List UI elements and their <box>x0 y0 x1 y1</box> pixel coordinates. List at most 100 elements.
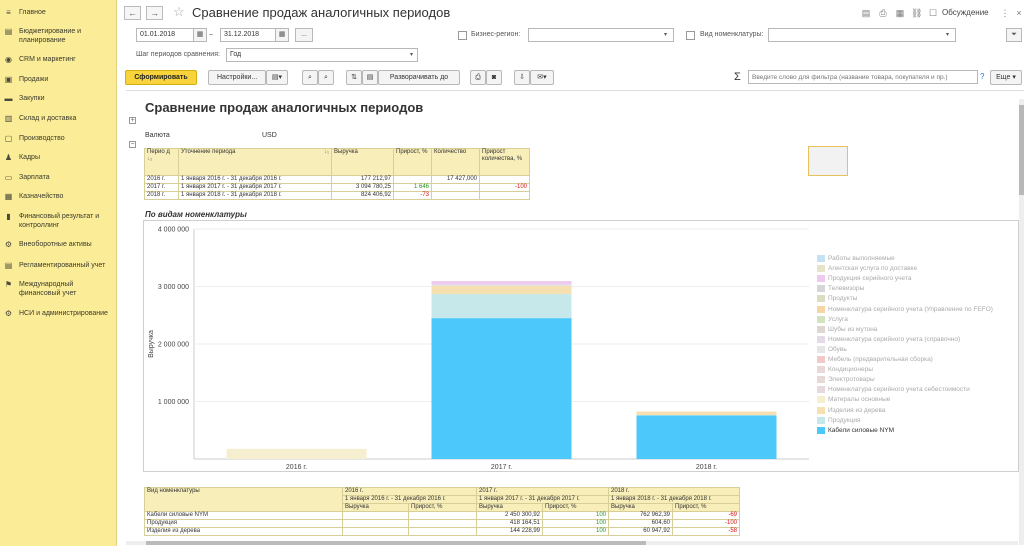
accounting-icon: ▤ <box>4 261 13 270</box>
y-axis-label: Выручка <box>148 330 155 358</box>
table-row: 2018 г. 1 января 2018 г. - 31 декабря 201… <box>144 191 530 200</box>
chevron-down-icon[interactable]: ▾ <box>410 48 413 62</box>
filter-icon[interactable]: ⏷ <box>1006 28 1022 42</box>
sort-icon[interactable]: ⇅ <box>346 70 362 85</box>
help-icon[interactable]: ? <box>980 70 984 84</box>
business-region-input[interactable] <box>528 28 674 42</box>
download-icon[interactable]: ⇩ <box>514 70 530 85</box>
back-button[interactable]: ← <box>124 6 141 20</box>
bar-segment <box>636 411 777 416</box>
column-header[interactable]: Вид номенклатуры <box>144 487 343 512</box>
calendar-icon[interactable]: ▦ <box>275 28 289 42</box>
settings-button[interactable]: Настройки... <box>208 70 266 85</box>
budget-icon: ▤ <box>4 27 13 36</box>
nomenclature-kind-checkbox[interactable] <box>686 31 695 40</box>
sigma-icon[interactable]: Σ <box>734 70 741 84</box>
sidebar-item-label: Международный финансовый учет <box>19 281 77 297</box>
chevron-down-icon[interactable]: ▾ <box>946 28 949 42</box>
date-from-input[interactable]: 01.01.2018 <box>136 28 194 42</box>
legend-label: Электротовары <box>828 376 875 384</box>
print-icon[interactable]: ⎙ <box>878 8 888 18</box>
mail-icon[interactable]: ✉▾ <box>530 70 554 85</box>
legend-item: Работы выполняемые <box>817 255 895 262</box>
link-icon[interactable]: ⛓ <box>911 8 922 18</box>
legend-label: Номенклатура серийного учета (справочно) <box>828 335 961 343</box>
sidebar-item[interactable]: ⚙ Внеоборотные активы <box>0 240 116 249</box>
sidebar-item[interactable]: ▬ Закупки <box>0 94 116 103</box>
year-header: 2018 г. <box>608 487 740 496</box>
horizontal-scrollbar[interactable] <box>126 541 1018 545</box>
legend-swatch <box>817 325 825 333</box>
currency-value: USD <box>262 132 277 139</box>
sidebar-item[interactable]: ▮ Финансовый результат и контроллинг <box>0 212 116 230</box>
document-icon[interactable]: ▦ <box>895 8 905 18</box>
column-header[interactable]: Количество <box>431 148 480 176</box>
legend-swatch <box>817 366 825 374</box>
legend-label: Изделия из дерева <box>828 406 886 414</box>
favorite-star-icon[interactable]: ☆ <box>173 4 185 20</box>
legend-label: Продукция серийного учета <box>828 275 912 283</box>
legend-swatch <box>817 356 825 363</box>
discuss-button[interactable]: Обсуждение <box>942 8 989 17</box>
discuss-icon[interactable]: ☐ <box>928 8 938 18</box>
sidebar-item[interactable]: ▣ Продажи <box>0 75 116 84</box>
more-button[interactable]: Еще ▾ <box>990 70 1022 85</box>
sidebar-item[interactable]: ▦ Казначейство <box>0 192 116 201</box>
forward-button[interactable]: → <box>146 6 163 20</box>
period-select-button[interactable]: ... <box>295 28 313 42</box>
chart-area: 1 000 000 2 000 000 3 000 000 4 000 000 Выру… <box>143 220 1019 472</box>
search-icon[interactable]: ⌕ <box>302 70 318 85</box>
sidebar-item-label: Кадры <box>19 154 40 161</box>
sidebar-item-label: Бюджетирование и планирование <box>19 28 82 44</box>
expand-group-icon[interactable]: + <box>129 117 136 124</box>
legend-swatch <box>817 426 825 434</box>
sidebar-item[interactable]: ▢ Производство <box>0 134 116 143</box>
collapse-group-icon[interactable]: − <box>129 141 136 148</box>
sidebar-item[interactable]: ⚑ Международный финансовый учет <box>0 280 116 298</box>
sidebar-item[interactable]: ≡ Главное <box>0 8 116 17</box>
vertical-scrollbar[interactable] <box>1019 99 1024 545</box>
report-search-input[interactable] <box>748 70 978 84</box>
legend-swatch <box>817 275 825 283</box>
business-region-checkbox[interactable] <box>458 31 467 40</box>
column-header[interactable]: Прирост количества, % <box>479 148 530 176</box>
calendar-icon[interactable]: ▦ <box>193 28 207 42</box>
report-heading: Сравнение продаж аналогичных периодов <box>145 100 424 115</box>
sidebar-item[interactable]: ▥ Склад и доставка <box>0 114 116 123</box>
preview-icon[interactable]: ◙ <box>486 70 502 85</box>
y-tick-label: 3 000 000 <box>158 284 189 291</box>
sidebar-item[interactable]: ◉ CRM и маркетинг <box>0 55 116 64</box>
cancel-search-icon[interactable]: ⌕ <box>318 70 334 85</box>
step-label: Шаг периодов сравнения: <box>136 51 220 58</box>
sidebar-item[interactable]: ♟ Кадры <box>0 153 116 162</box>
sidebar-item[interactable]: ▭ Зарплата <box>0 173 116 182</box>
sales-icon: ▣ <box>4 75 13 84</box>
legend-swatch <box>817 416 825 424</box>
sidebar-item-label: Закупки <box>19 95 45 102</box>
save-icon[interactable]: ▤ <box>861 8 871 18</box>
bar-segment <box>431 285 572 295</box>
sidebar-item[interactable]: ⚙ НСИ и администрирование <box>0 309 116 318</box>
column-header[interactable]: Выручка <box>331 148 394 176</box>
legend-swatch <box>817 396 825 404</box>
date-to-input[interactable]: 31.12.2018 <box>220 28 276 42</box>
legend-label: Обувь <box>828 345 847 353</box>
sidebar-item-label: Продажи <box>19 76 49 83</box>
close-icon[interactable]: × <box>1014 8 1024 18</box>
column-header[interactable]: Уточнение периода ↓₁ <box>178 148 332 176</box>
chevron-down-icon[interactable]: ▾ <box>664 28 667 42</box>
generate-button[interactable]: Сформировать <box>125 70 197 85</box>
sidebar-item[interactable]: ▤ Бюджетирование и планирование <box>0 27 116 45</box>
legend-swatch <box>817 295 825 303</box>
more-vertical-icon[interactable]: ⋮ <box>1000 8 1010 18</box>
group-icon[interactable]: ▤ <box>362 70 378 85</box>
column-header[interactable]: Прирост, % <box>393 148 432 176</box>
table-row: Изделия из дерева 144 228,99 100 60 947,9… <box>144 527 740 536</box>
variant-icon[interactable]: ▤▾ <box>266 70 288 85</box>
expand-to-button[interactable]: Разворачивать до <box>378 70 460 85</box>
step-input[interactable]: Год <box>226 48 418 62</box>
print-icon[interactable]: ⎙ <box>470 70 486 85</box>
column-header[interactable]: Перио д ↓₂ <box>144 148 179 176</box>
sidebar-item[interactable]: ▤ Регламентированный учет <box>0 261 116 270</box>
nomenclature-kind-input[interactable] <box>768 28 956 42</box>
